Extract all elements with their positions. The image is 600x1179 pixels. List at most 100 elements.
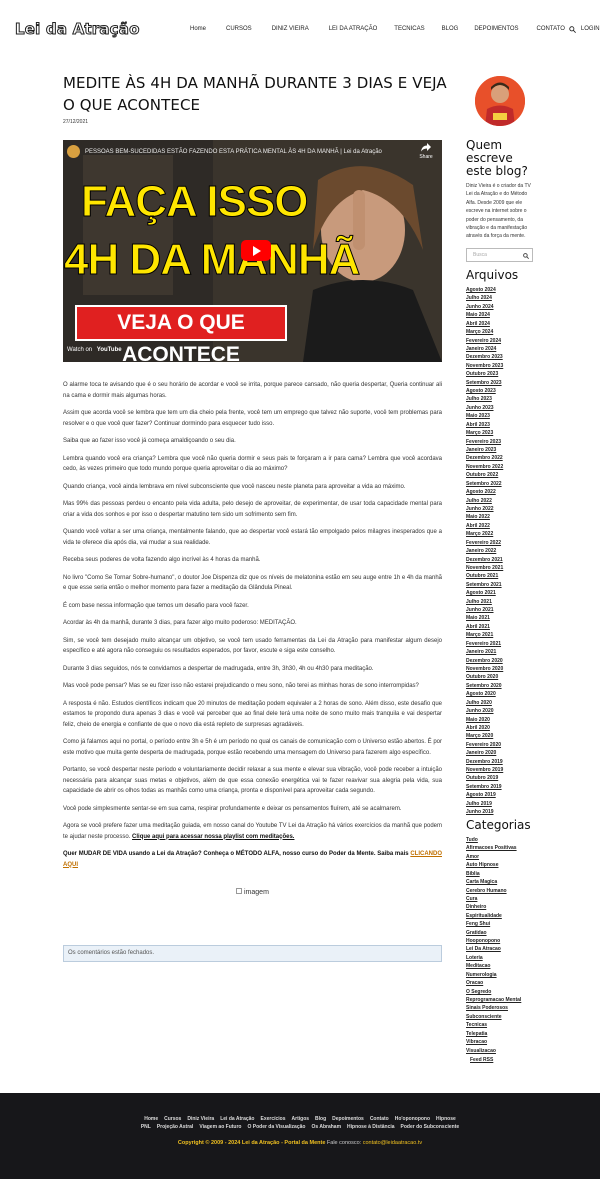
- footer-link[interactable]: Home: [144, 1116, 158, 1122]
- archive-link[interactable]: Dezembro 2021: [466, 556, 503, 564]
- footer-link[interactable]: O Poder da Visualização: [247, 1124, 305, 1130]
- archive-link[interactable]: Agosto 2023: [466, 387, 503, 395]
- site-logo[interactable]: Lei da Atração: [15, 20, 140, 39]
- archive-link[interactable]: Abril 2024: [466, 320, 503, 328]
- category-link[interactable]: Gratidao: [466, 929, 521, 937]
- archive-link[interactable]: Julho 2024: [466, 294, 503, 302]
- archive-link[interactable]: Agosto 2019: [466, 791, 503, 799]
- archive-link[interactable]: Novembro 2022: [466, 463, 503, 471]
- footer-link[interactable]: Blog: [315, 1116, 326, 1122]
- playlist-link[interactable]: Clique aqui para acessar nossa playlist …: [132, 834, 294, 840]
- category-link[interactable]: Hooponopono: [466, 937, 521, 945]
- archive-link[interactable]: Fevereiro 2023: [466, 438, 503, 446]
- category-link[interactable]: Espiritualidade: [466, 912, 521, 920]
- archive-link[interactable]: Novembro 2020: [466, 665, 503, 673]
- archive-link[interactable]: Setembro 2020: [466, 682, 503, 690]
- archive-link[interactable]: Setembro 2023: [466, 379, 503, 387]
- archive-link[interactable]: Maio 2020: [466, 716, 503, 724]
- archive-link[interactable]: Dezembro 2022: [466, 454, 503, 462]
- category-link[interactable]: Tudo: [466, 836, 521, 844]
- archive-link[interactable]: Abril 2022: [466, 522, 503, 530]
- archive-link[interactable]: Janeiro 2024: [466, 345, 503, 353]
- archive-link[interactable]: Abril 2020: [466, 724, 503, 732]
- archive-link[interactable]: Setembro 2022: [466, 480, 503, 488]
- archive-link[interactable]: Novembro 2019: [466, 766, 503, 774]
- category-link[interactable]: Subconsciente: [466, 1013, 521, 1021]
- footer-link[interactable]: Hipnose: [436, 1116, 456, 1122]
- archive-link[interactable]: Outubro 2023: [466, 370, 503, 378]
- archive-link[interactable]: Fevereiro 2021: [466, 640, 503, 648]
- archive-link[interactable]: Março 2024: [466, 328, 503, 336]
- category-link[interactable]: Bíblia: [466, 870, 521, 878]
- archive-link[interactable]: Outubro 2021: [466, 572, 503, 580]
- watch-on-youtube[interactable]: Watch on YouTube: [67, 347, 122, 353]
- archive-link[interactable]: Janeiro 2022: [466, 547, 503, 555]
- share-button[interactable]: Share: [415, 143, 437, 160]
- category-link[interactable]: Tecnicas: [466, 1021, 521, 1029]
- archive-link[interactable]: Dezembro 2020: [466, 657, 503, 665]
- nav-item[interactable]: LOGIN: [581, 26, 600, 32]
- search-icon[interactable]: [523, 253, 529, 259]
- archive-link[interactable]: Agosto 2022: [466, 488, 503, 496]
- archive-link[interactable]: Fevereiro 2022: [466, 539, 503, 547]
- archive-link[interactable]: Julho 2020: [466, 699, 503, 707]
- archive-link[interactable]: Maio 2024: [466, 311, 503, 319]
- category-link[interactable]: Vibracao: [466, 1038, 521, 1046]
- nav-item[interactable]: CURSOS: [226, 26, 252, 32]
- archive-link[interactable]: Julho 2019: [466, 800, 503, 808]
- footer-link[interactable]: Depoimentos: [332, 1116, 364, 1122]
- archive-link[interactable]: Junho 2022: [466, 505, 503, 513]
- category-link[interactable]: Carta Magica: [466, 878, 521, 886]
- archive-link[interactable]: Maio 2023: [466, 412, 503, 420]
- archive-link[interactable]: Outubro 2022: [466, 471, 503, 479]
- category-link[interactable]: Numerologia: [466, 971, 521, 979]
- nav-item[interactable]: CONTATO: [537, 26, 565, 32]
- archive-link[interactable]: Novembro 2021: [466, 564, 503, 572]
- category-link[interactable]: Loteria: [466, 954, 521, 962]
- category-link[interactable]: Feng Shui: [466, 920, 521, 928]
- archive-link[interactable]: Março 2020: [466, 732, 503, 740]
- archive-link[interactable]: Junho 2021: [466, 606, 503, 614]
- footer-link[interactable]: Diniz Vieira: [187, 1116, 214, 1122]
- category-link[interactable]: Cura: [466, 895, 521, 903]
- nav-item[interactable]: TECNICAS: [394, 26, 424, 32]
- footer-link[interactable]: Projeção Astral: [157, 1124, 194, 1130]
- nav-item[interactable]: BLOG: [442, 26, 459, 32]
- archive-link[interactable]: Novembro 2023: [466, 362, 503, 370]
- category-link[interactable]: Visualizacao: [466, 1047, 521, 1055]
- archive-link[interactable]: Janeiro 2023: [466, 446, 503, 454]
- footer-link[interactable]: Poder do Subconsciente: [401, 1124, 460, 1130]
- archive-link[interactable]: Junho 2023: [466, 404, 503, 412]
- archive-link[interactable]: Setembro 2021: [466, 581, 503, 589]
- play-button[interactable]: [241, 240, 271, 261]
- category-link[interactable]: Cerebro Humano: [466, 887, 521, 895]
- footer-link[interactable]: Hipnose à Distância: [347, 1124, 395, 1130]
- footer-link[interactable]: Ho'oponopono: [395, 1116, 430, 1122]
- archive-link[interactable]: Junho 2019: [466, 808, 503, 816]
- archive-link[interactable]: Agosto 2021: [466, 589, 503, 597]
- category-link[interactable]: Meditacao: [466, 962, 521, 970]
- footer-link[interactable]: Viagem ao Futuro: [199, 1124, 241, 1130]
- contact-email-link[interactable]: contato@leidaatracao.tv: [363, 1140, 422, 1146]
- category-link[interactable]: Telepatia: [466, 1030, 521, 1038]
- archive-link[interactable]: Dezembro 2023: [466, 353, 503, 361]
- footer-link[interactable]: Lei da Atração: [220, 1116, 254, 1122]
- category-link[interactable]: Dinheiro: [466, 903, 521, 911]
- category-link[interactable]: Reprogramacao Mental: [466, 996, 521, 1004]
- youtube-embed[interactable]: PESSOAS BEM-SUCEDIDAS ESTÃO FAZENDO ESTA…: [63, 140, 442, 362]
- nav-item[interactable]: Home: [190, 26, 206, 32]
- archive-link[interactable]: Maio 2021: [466, 614, 503, 622]
- footer-link[interactable]: Contato: [370, 1116, 389, 1122]
- category-link[interactable]: Amor: [466, 853, 521, 861]
- archive-link[interactable]: Agosto 2024: [466, 286, 503, 294]
- archive-link[interactable]: Fevereiro 2020: [466, 741, 503, 749]
- category-link[interactable]: Afirmacoes Positivas: [466, 844, 521, 852]
- archive-link[interactable]: Março 2022: [466, 530, 503, 538]
- archive-link[interactable]: Fevereiro 2024: [466, 337, 503, 345]
- category-link[interactable]: O Segredo: [466, 988, 521, 996]
- archive-link[interactable]: Abril 2021: [466, 623, 503, 631]
- archive-link[interactable]: Março 2021: [466, 631, 503, 639]
- archive-link[interactable]: Janeiro 2021: [466, 648, 503, 656]
- archive-link[interactable]: Outubro 2019: [466, 774, 503, 782]
- archive-link[interactable]: Dezembro 2019: [466, 758, 503, 766]
